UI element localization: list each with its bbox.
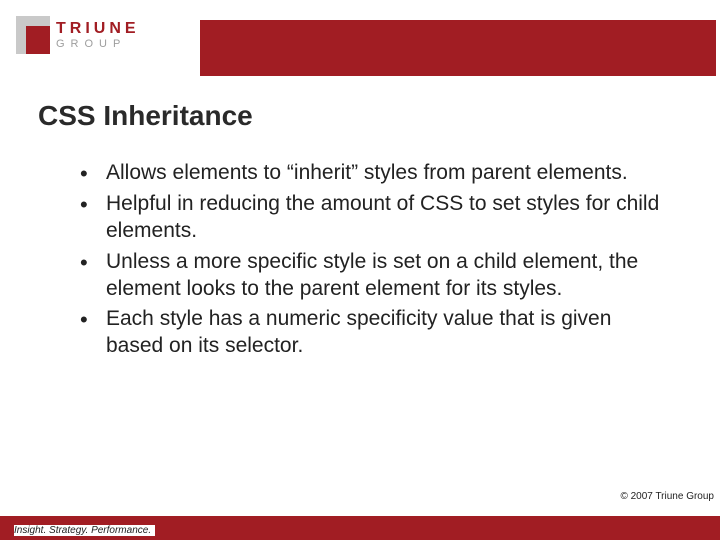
- bullet-item: Helpful in reducing the amount of CSS to…: [80, 191, 670, 245]
- bullet-list: Allows elements to “inherit” styles from…: [80, 160, 670, 360]
- bullet-item: Unless a more specific style is set on a…: [80, 249, 670, 303]
- slide-title: CSS Inheritance: [38, 100, 253, 132]
- bullet-item: Allows elements to “inherit” styles from…: [80, 160, 670, 187]
- footer-tagline: Insight. Strategy. Performance.: [14, 525, 155, 536]
- header-bar: TRIUNE GROUP: [0, 10, 720, 66]
- logo-line2: GROUP: [56, 39, 140, 50]
- logo-line1: TRIUNE: [56, 21, 140, 37]
- logo-mark-icon: [16, 16, 50, 54]
- logo-text: TRIUNE GROUP: [56, 21, 140, 50]
- slide-body: Allows elements to “inherit” styles from…: [80, 160, 670, 364]
- header-red-bar: [200, 20, 716, 76]
- copyright-text: © 2007 Triune Group: [620, 491, 714, 502]
- bullet-item: Each style has a numeric specificity val…: [80, 306, 670, 360]
- slide: TRIUNE GROUP CSS Inheritance Allows elem…: [0, 0, 720, 540]
- logo: TRIUNE GROUP: [16, 16, 140, 54]
